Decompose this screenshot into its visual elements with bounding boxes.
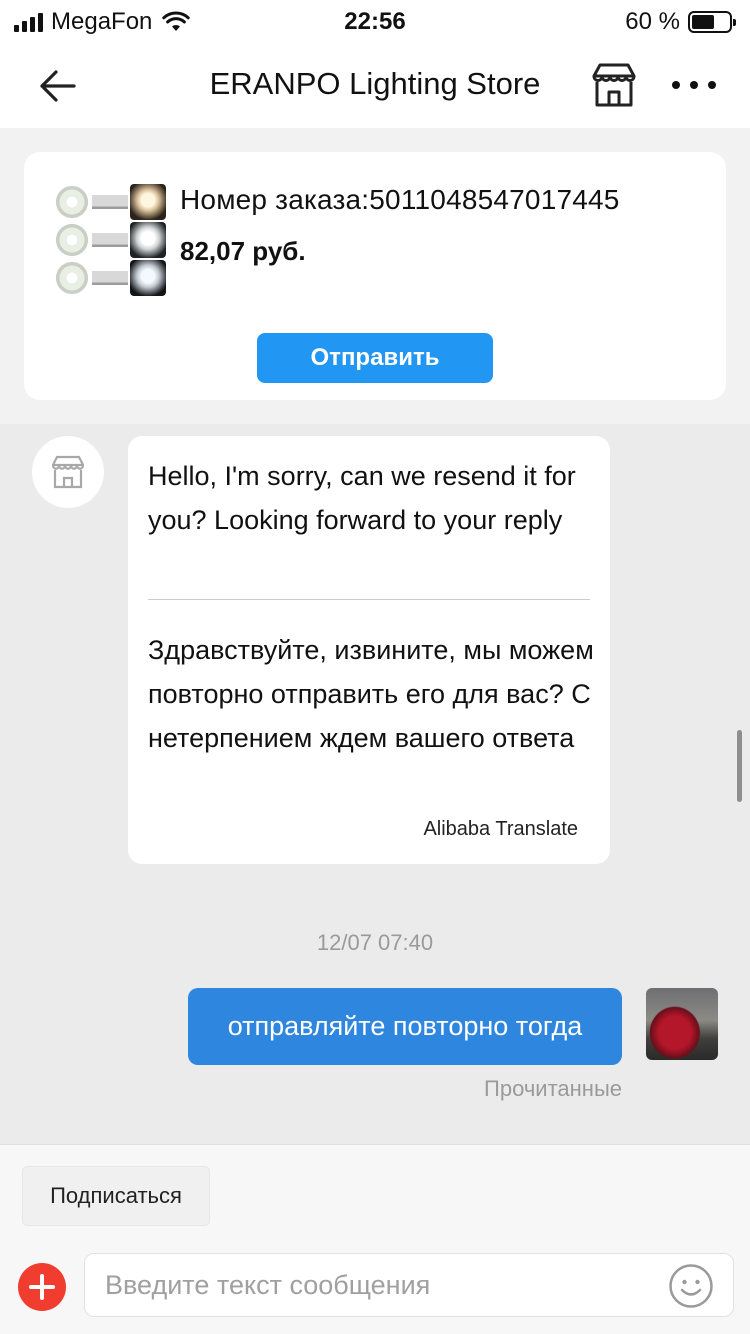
product-image bbox=[54, 222, 90, 258]
send-order-button[interactable]: Отправить bbox=[257, 333, 493, 383]
message-original-text: Hello, I'm sorry, can we resend it for y… bbox=[148, 461, 576, 535]
more-icon[interactable] bbox=[672, 70, 716, 100]
product-image bbox=[92, 260, 128, 296]
scrollbar[interactable] bbox=[737, 730, 742, 802]
chat-area[interactable]: Hello, I'm sorry, can we resend it for y… bbox=[0, 424, 750, 1144]
order-number: Номер заказа:5011048547017445 bbox=[180, 184, 620, 215]
order-card: Номер заказа:5011048547017445 82,07 руб.… bbox=[24, 152, 726, 400]
product-image bbox=[92, 222, 128, 258]
user-avatar[interactable] bbox=[646, 988, 718, 1060]
product-image bbox=[54, 184, 90, 220]
product-thumbnail[interactable] bbox=[54, 184, 166, 300]
emoji-icon[interactable] bbox=[668, 1263, 714, 1309]
message-timestamp: 12/07 07:40 bbox=[316, 930, 434, 955]
order-price: 82,07 руб. bbox=[180, 236, 306, 266]
product-image bbox=[54, 260, 90, 296]
subscribe-button[interactable]: Подписаться bbox=[22, 1166, 210, 1226]
status-bar: MegaFon 22:56 60 % bbox=[0, 0, 750, 44]
translation-divider bbox=[148, 599, 590, 600]
store-avatar[interactable] bbox=[32, 436, 104, 508]
nav-bar: ERANPO Lighting Store bbox=[0, 44, 750, 128]
add-attachment-icon[interactable] bbox=[18, 1263, 66, 1311]
store-icon[interactable] bbox=[590, 62, 638, 108]
composer: Подписаться bbox=[0, 1144, 750, 1334]
battery-icon bbox=[688, 11, 736, 33]
product-image bbox=[130, 260, 166, 296]
product-image bbox=[92, 184, 128, 220]
message-input[interactable] bbox=[84, 1253, 734, 1317]
incoming-message[interactable]: Hello, I'm sorry, can we resend it for y… bbox=[128, 436, 610, 864]
store-icon bbox=[51, 455, 85, 489]
order-panel: Номер заказа:5011048547017445 82,07 руб.… bbox=[0, 128, 750, 424]
product-image bbox=[130, 222, 166, 258]
battery-percent: 60 % bbox=[625, 8, 680, 35]
message-translated-text: Здравствуйте, извините, мы можем повторн… bbox=[148, 635, 594, 753]
read-status: Прочитанные bbox=[484, 1076, 622, 1101]
product-image bbox=[130, 184, 166, 220]
status-right: 60 % bbox=[625, 8, 736, 36]
outgoing-message[interactable]: отправляйте повторно тогда bbox=[188, 988, 622, 1065]
translation-provider: Alibaba Translate bbox=[423, 818, 578, 840]
